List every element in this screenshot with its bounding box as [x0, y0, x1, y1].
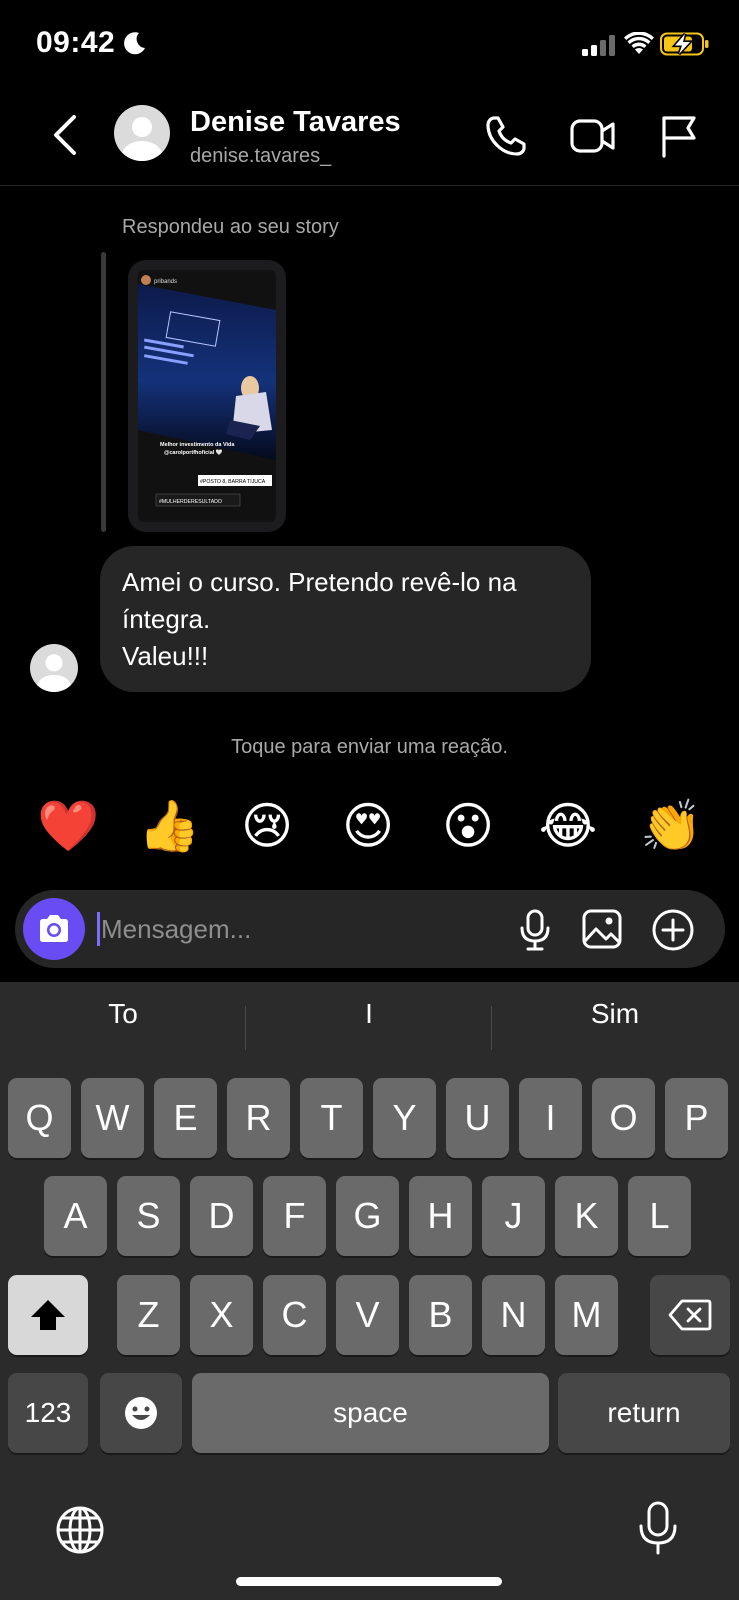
default-avatar-icon — [122, 117, 162, 161]
key-b[interactable]: B — [409, 1275, 472, 1355]
key-d[interactable]: D — [190, 1176, 253, 1256]
shift-key[interactable] — [8, 1275, 88, 1355]
reaction-laughing[interactable]: 😂 — [538, 796, 598, 856]
story-location-tag: #POSTO 8, BARRA TIJUCA — [200, 479, 266, 485]
shift-icon — [31, 1300, 65, 1330]
suggestion-3[interactable]: Sim — [492, 998, 738, 1030]
reaction-surprised[interactable]: 😮 — [438, 796, 498, 856]
story-hashtag: #MULHERDERESULTADO — [159, 499, 222, 505]
plus-icon[interactable] — [651, 908, 695, 952]
signal-icon — [582, 35, 615, 56]
story-caption-line1: Melhor investimento da Vida — [160, 442, 235, 448]
text-cursor — [97, 912, 100, 946]
battery-charging-icon — [660, 32, 709, 56]
reaction-crying[interactable]: 😢 — [237, 796, 297, 856]
key-w[interactable]: W — [81, 1078, 144, 1158]
suggestion-1[interactable]: To — [0, 998, 246, 1030]
key-g[interactable]: G — [336, 1176, 399, 1256]
reaction-clapping[interactable]: 👏 — [640, 796, 702, 856]
globe-icon[interactable] — [54, 1504, 106, 1556]
reply-indicator-line — [101, 252, 106, 532]
camera-icon — [40, 915, 68, 942]
space-key[interactable]: space — [192, 1373, 549, 1453]
contact-avatar[interactable] — [114, 105, 170, 161]
key-v[interactable]: V — [336, 1275, 399, 1355]
sender-avatar[interactable] — [30, 644, 78, 692]
key-c[interactable]: C — [263, 1275, 326, 1355]
key-m[interactable]: M — [555, 1275, 618, 1355]
emoji-key[interactable] — [100, 1373, 182, 1453]
keyboard: To I Sim Q W E R T Y U I O P A S D F G H… — [0, 982, 739, 1600]
home-indicator[interactable] — [236, 1577, 502, 1586]
key-h[interactable]: H — [409, 1176, 472, 1256]
key-u[interactable]: U — [446, 1078, 509, 1158]
key-l[interactable]: L — [628, 1176, 691, 1256]
flag-icon[interactable] — [658, 114, 698, 158]
phone-icon[interactable] — [484, 114, 528, 158]
key-e[interactable]: E — [154, 1078, 217, 1158]
key-k[interactable]: K — [555, 1176, 618, 1256]
key-r[interactable]: R — [227, 1078, 290, 1158]
delete-key[interactable] — [650, 1275, 730, 1355]
back-icon[interactable] — [44, 112, 84, 158]
reaction-heart[interactable]: ❤️ — [37, 796, 99, 856]
key-p[interactable]: P — [665, 1078, 728, 1158]
key-f[interactable]: F — [263, 1176, 326, 1256]
gallery-icon[interactable] — [581, 908, 623, 950]
camera-button[interactable] — [23, 898, 85, 960]
default-avatar-icon — [36, 654, 72, 692]
key-z[interactable]: Z — [117, 1275, 180, 1355]
numbers-key[interactable]: 123 — [8, 1373, 88, 1453]
video-icon[interactable] — [570, 116, 616, 156]
story-reply-caption: Respondeu ao seu story — [122, 216, 339, 238]
moon-icon — [124, 32, 145, 55]
message-composer — [15, 890, 725, 968]
suggestion-2[interactable]: I — [246, 998, 492, 1030]
emoji-icon — [125, 1397, 157, 1429]
reaction-thumbs-up[interactable]: 👍 — [138, 796, 200, 856]
dictation-mic-icon[interactable] — [636, 1500, 680, 1556]
key-a[interactable]: A — [44, 1176, 107, 1256]
predictive-suggestions: To I Sim — [0, 982, 739, 1058]
contact-name[interactable]: Denise Tavares — [190, 106, 401, 139]
key-j[interactable]: J — [482, 1176, 545, 1256]
reaction-heart-eyes[interactable]: 😍 — [338, 796, 398, 856]
mic-icon[interactable] — [515, 908, 555, 952]
story-caption-line2: @carolportfhoficial 🤍 — [164, 449, 223, 456]
key-i[interactable]: I — [519, 1078, 582, 1158]
key-t[interactable]: T — [300, 1078, 363, 1158]
message-bubble[interactable]: Amei o curso. Pretendo revê-lo na íntegr… — [100, 546, 591, 692]
key-n[interactable]: N — [482, 1275, 545, 1355]
story-account: pribands — [154, 279, 177, 285]
key-y[interactable]: Y — [373, 1078, 436, 1158]
backspace-icon — [668, 1299, 712, 1331]
message-text: Amei o curso. Pretendo revê-lo na íntegr… — [122, 567, 517, 671]
contact-username[interactable]: denise.tavares_ — [190, 145, 331, 168]
story-preview-image: pribands Melhor investimento da Vida @ca… — [138, 270, 276, 522]
key-s[interactable]: S — [117, 1176, 180, 1256]
key-o[interactable]: O — [592, 1078, 655, 1158]
status-bar: 09:42 — [0, 0, 739, 90]
key-q[interactable]: Q — [8, 1078, 71, 1158]
key-x[interactable]: X — [190, 1275, 253, 1355]
chat-header: Denise Tavares denise.tavares_ — [0, 90, 739, 186]
status-time: 09:42 — [36, 26, 116, 59]
message-input[interactable] — [101, 904, 401, 954]
story-preview[interactable]: pribands Melhor investimento da Vida @ca… — [128, 260, 286, 532]
quick-reactions: ❤️ 👍 😢 😍 😮 😂 👏 — [0, 796, 739, 858]
reaction-hint: Toque para enviar uma reação. — [231, 736, 508, 758]
return-key[interactable]: return — [558, 1373, 730, 1453]
wifi-icon — [624, 32, 654, 54]
